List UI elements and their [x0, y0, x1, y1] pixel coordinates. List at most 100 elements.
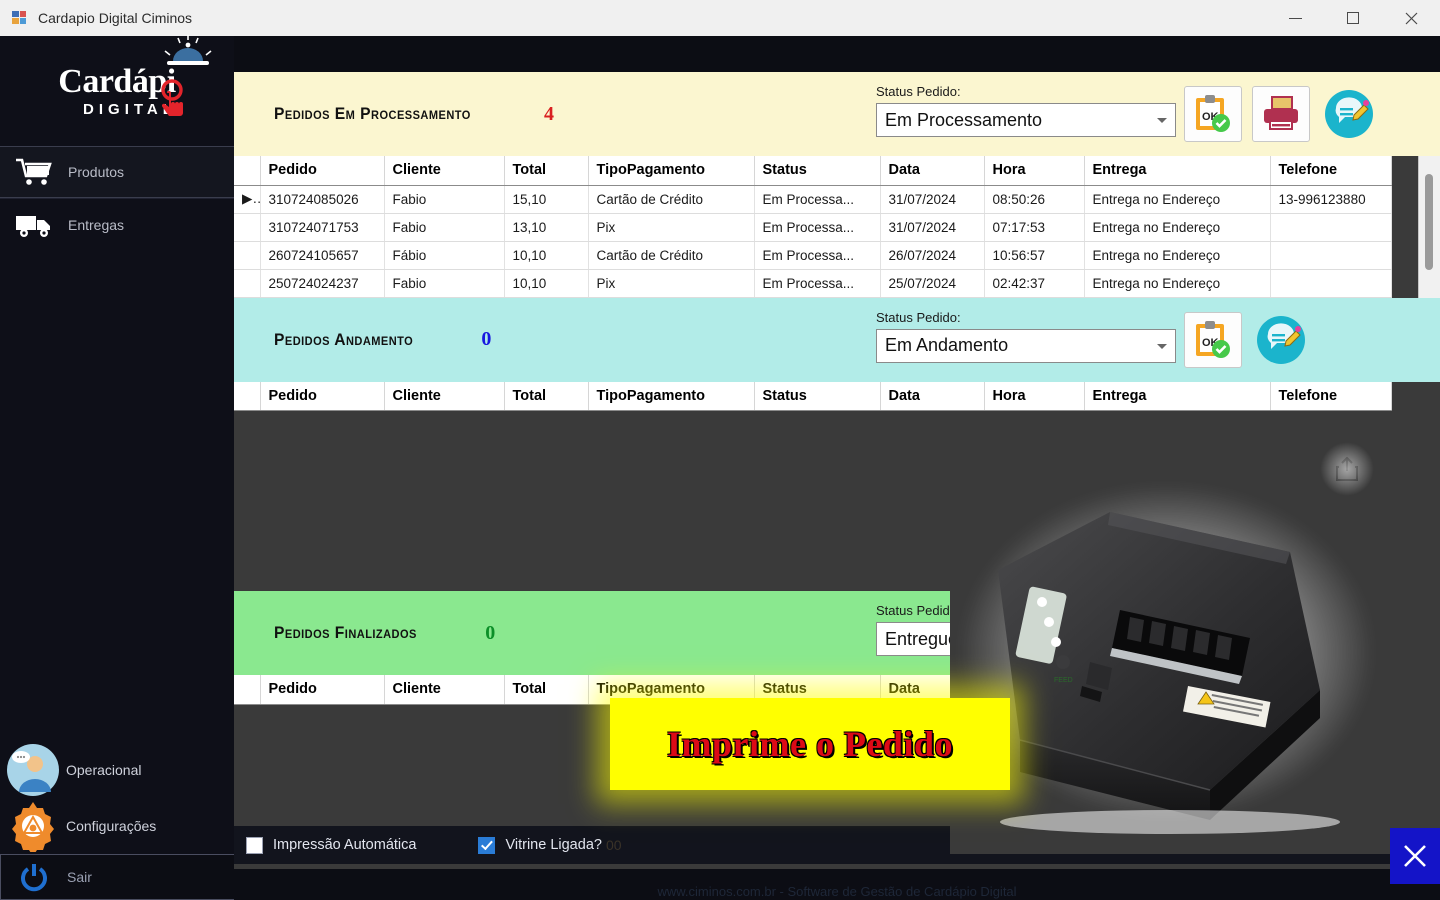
vitrine-trailing-text: 00 — [605, 837, 622, 853]
gear-icon — [0, 800, 66, 852]
sidebar-item-sair[interactable]: Sair — [0, 854, 234, 900]
column-header[interactable]: Hora — [984, 156, 1085, 186]
table-row[interactable]: 250724024237 Fabio 10,10 Pix Em Processa… — [234, 269, 1392, 298]
ok-clipboard-button[interactable]: OK — [1184, 86, 1242, 142]
column-header[interactable]: TipoPagamento — [588, 156, 755, 186]
table-row[interactable]: 310724071753 Fabio 13,10 Pix Em Processa… — [234, 213, 1392, 242]
column-header[interactable]: Entrega — [1084, 156, 1271, 186]
share-icon[interactable] — [1320, 442, 1374, 496]
sidebar-item-configuracoes[interactable]: Configurações — [0, 798, 234, 854]
printer-button[interactable] — [1252, 86, 1310, 142]
section-title: Pedidos Em Processamento — [274, 104, 471, 123]
vitrine-checkbox[interactable] — [478, 836, 496, 854]
clipboard-ok-icon: OK — [1196, 95, 1230, 132]
row-marker-header — [234, 156, 261, 186]
section-actions-processamento: OK — [1184, 86, 1378, 142]
column-header[interactable]: Data — [880, 381, 985, 411]
cell-total: 15,10 — [504, 185, 589, 214]
ok-clipboard-button[interactable]: OK — [1184, 311, 1242, 368]
app-icon — [12, 10, 28, 26]
cell-cliente: Fabio — [384, 213, 505, 242]
section-actions-andamento: OK — [1184, 311, 1310, 368]
cell-cliente: Fábio — [384, 241, 505, 270]
column-header[interactable]: Telefone — [1270, 156, 1392, 186]
cell-entrega: Entrega no Endereço — [1084, 241, 1271, 270]
cell-tipopagamento: Pix — [588, 213, 755, 242]
operator-user-icon — [0, 742, 66, 798]
section-count: 0 — [485, 621, 496, 644]
svg-text:FEED: FEED — [1054, 677, 1073, 684]
cell-entrega: Entrega no Endereço — [1084, 269, 1271, 298]
column-header[interactable]: Telefone — [1270, 381, 1392, 411]
column-header[interactable]: Hora — [984, 381, 1085, 411]
column-header[interactable]: Cliente — [384, 675, 505, 705]
cell-status: Em Processa... — [754, 241, 881, 270]
auto-print-checkbox-item[interactable]: Impressão Automática — [246, 836, 417, 854]
sidebar-item-label: Entregas — [68, 216, 125, 233]
printer-image-overlay: FEED — [950, 412, 1440, 854]
auto-print-label: Impressão Automática — [273, 837, 417, 853]
row-marker — [234, 213, 261, 242]
pointing-hand-icon — [161, 78, 183, 116]
shopping-cart-icon — [0, 157, 68, 187]
status-filter-select[interactable]: Em Andamento — [876, 328, 1176, 363]
cell-telefone — [1270, 241, 1392, 270]
status-filter-label: Status Pedido: — [876, 84, 961, 99]
column-header[interactable]: Data — [880, 156, 985, 186]
sidebar-item-label: Produtos — [68, 164, 125, 180]
table-header-row: Pedido Cliente Total TipoPagamento Statu… — [234, 381, 1392, 411]
column-header[interactable]: Cliente — [384, 156, 505, 186]
overlay-close-button[interactable] — [1390, 828, 1440, 884]
column-header[interactable]: Status — [754, 156, 881, 186]
auto-print-checkbox[interactable] — [246, 836, 263, 854]
cell-tipopagamento: Pix — [588, 269, 755, 298]
edit-chat-button[interactable] — [1252, 312, 1310, 368]
column-header[interactable]: Total — [504, 675, 589, 705]
column-header[interactable]: TipoPagamento — [588, 381, 755, 411]
column-header[interactable]: Cliente — [384, 381, 505, 411]
column-header[interactable]: Status — [754, 381, 881, 411]
column-header[interactable]: Total — [504, 381, 589, 411]
maximize-button[interactable] — [1324, 0, 1382, 36]
row-marker-header — [234, 675, 261, 705]
scrollbar-thumb[interactable] — [1425, 174, 1433, 270]
status-filter-label: Status Pedido: — [876, 309, 961, 325]
column-header[interactable]: Pedido — [260, 675, 385, 705]
banner-text: Imprime o Pedido — [667, 724, 953, 764]
cell-cliente: Fabio — [384, 269, 505, 298]
status-filter-value: Em Andamento — [885, 335, 1009, 355]
edit-chat-button[interactable] — [1320, 86, 1378, 142]
power-icon — [1, 862, 67, 892]
sidebar-item-produtos[interactable]: Produtos — [0, 146, 234, 198]
printer-icon — [1264, 96, 1298, 130]
cell-tipopagamento: Cartão de Crédito — [588, 241, 755, 270]
cell-hora: 07:17:53 — [984, 213, 1085, 242]
cell-status: Em Processa... — [754, 213, 881, 242]
sidebar-item-label: Configurações — [66, 818, 157, 834]
cell-telefone — [1270, 213, 1392, 242]
table-scrollbar-processamento[interactable] — [1418, 156, 1440, 302]
minimize-button[interactable] — [1266, 0, 1324, 36]
status-filter-value: Entregue — [885, 628, 959, 649]
cell-pedido: 310724085026 — [260, 185, 385, 214]
table-row[interactable]: 260724105657 Fábio 10,10 Cartão de Crédi… — [234, 241, 1392, 270]
column-header[interactable]: Pedido — [260, 156, 385, 186]
cell-total: 13,10 — [504, 213, 589, 242]
title-bar: Cardapio Digital Ciminos — [0, 0, 1440, 36]
cell-status: Em Processa... — [754, 269, 881, 298]
sidebar-item-operacional[interactable]: Operacional — [0, 742, 234, 798]
status-filter-select[interactable]: Em Processamento — [876, 103, 1176, 137]
cell-data: 31/07/2024 — [880, 185, 985, 214]
chevron-down-icon — [1157, 118, 1167, 123]
column-header[interactable]: Pedido — [260, 381, 385, 411]
sidebar-item-entregas[interactable]: Entregas — [0, 198, 234, 250]
truck-icon — [0, 211, 68, 239]
sidebar-bottom-nav: Operacional Configurações Sair — [0, 742, 234, 900]
app-logo: Cardápi DIGITAL — [0, 34, 234, 146]
column-header[interactable]: Total — [504, 156, 589, 186]
column-header[interactable]: Entrega — [1084, 381, 1271, 411]
section-header-andamento: Pedidos Andamento 0 Status Pedido: Em An… — [234, 297, 1440, 382]
close-button[interactable] — [1382, 0, 1440, 36]
vitrine-checkbox-item[interactable]: Vitrine Ligada? 00 — [478, 836, 622, 854]
table-row[interactable]: ▶ 310724085026 Fabio 15,10 Cartão de Cré… — [234, 185, 1392, 214]
